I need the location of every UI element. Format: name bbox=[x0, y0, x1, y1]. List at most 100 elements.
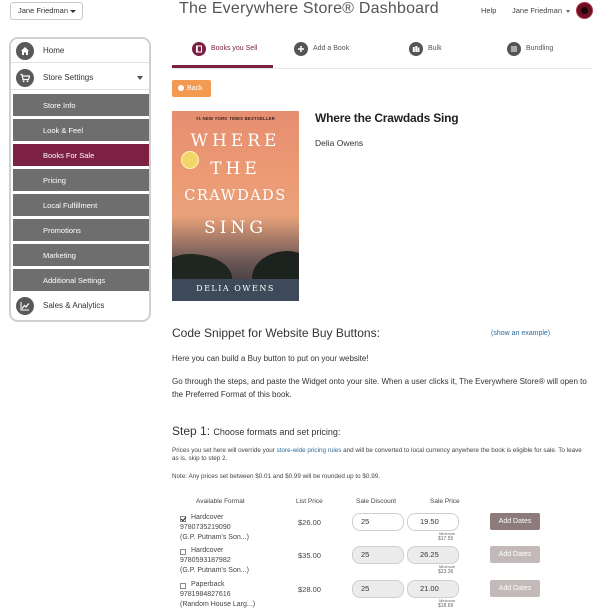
instructions-text: Go through the steps, and paste the Widg… bbox=[172, 377, 587, 399]
sidebar-subitem-label: Books For Sale bbox=[43, 151, 95, 160]
book-title: Where the Crawdads Sing bbox=[315, 111, 459, 125]
tab-label: Bulk bbox=[428, 45, 442, 52]
cover-title-line: WHERE bbox=[190, 131, 281, 151]
sidebar-subitem-label: Store Info bbox=[43, 101, 76, 110]
cover-title-line: CRAWDADS bbox=[184, 188, 287, 204]
format-isbn: 9780593187982 bbox=[180, 557, 231, 564]
sidebar-subitem-label: Promotions bbox=[43, 226, 81, 235]
plus-icon bbox=[294, 42, 308, 56]
back-button[interactable]: Back bbox=[172, 80, 211, 97]
list-price: $28.00 bbox=[298, 585, 321, 594]
sale-discount-input[interactable]: 25 bbox=[352, 546, 404, 564]
format-name: Paperback bbox=[191, 581, 225, 588]
pricing-note-text: Prices you set here will override your bbox=[172, 447, 277, 454]
step-number: Step 1: bbox=[172, 424, 211, 438]
sale-discount-input[interactable]: 25 bbox=[352, 580, 404, 598]
cover-author: DELIA OWENS bbox=[196, 284, 275, 293]
column-header-sale-discount: Sale Discount bbox=[356, 498, 397, 505]
tab-label: Bundling bbox=[526, 45, 554, 52]
sidebar-subitem-label: Local Fulfillment bbox=[43, 201, 98, 210]
cover-badge: #1 NEW YORK TIMES BESTSELLER bbox=[195, 116, 276, 121]
sidebar-item-label: Home bbox=[43, 46, 65, 55]
format-name: Hardcover bbox=[191, 514, 224, 521]
list-price: $35.00 bbox=[298, 551, 321, 560]
sidebar-item-pricing[interactable]: Pricing bbox=[13, 169, 149, 192]
sale-discount-input[interactable]: 25 bbox=[352, 513, 404, 531]
sidebar-item-local-fulfillment[interactable]: Local Fulfillment bbox=[13, 194, 149, 217]
sidebar-item-look-feel[interactable]: Look & Feel bbox=[13, 119, 149, 142]
step-subtitle: Choose formats and set pricing: bbox=[213, 427, 341, 437]
sidebar-item-marketing[interactable]: Marketing bbox=[13, 244, 149, 267]
sidebar-subitem-label: Marketing bbox=[43, 251, 76, 260]
home-icon bbox=[16, 42, 34, 60]
books-icon bbox=[409, 42, 423, 56]
chart-icon bbox=[16, 297, 34, 315]
sidebar-item-store-settings[interactable]: Store Settings bbox=[11, 66, 149, 90]
tab-label: Add a Book bbox=[313, 45, 350, 52]
minimum-price: $23.36 bbox=[438, 569, 454, 575]
book-cover-image: #1 NEW YORK TIMES BESTSELLER WHERE THE C… bbox=[172, 111, 299, 301]
step-title: Step 1: Choose formats and set pricing: bbox=[172, 424, 340, 438]
sidebar-subitem-label: Additional Settings bbox=[43, 276, 106, 285]
sidebar-item-store-info[interactable]: Store Info bbox=[13, 94, 149, 117]
table-row: Hardcover 9780593187982 (G.P. Putnam's S… bbox=[178, 546, 578, 581]
sidebar-item-label: Sales & Analytics bbox=[43, 301, 105, 310]
format-publisher: (G.P. Putnam's Son...) bbox=[180, 534, 249, 541]
sidebar-item-label: Store Settings bbox=[43, 73, 94, 82]
list-price: $26.00 bbox=[298, 518, 321, 527]
add-dates-button[interactable]: Add Dates bbox=[490, 513, 540, 530]
minimum-price: $18.69 bbox=[438, 603, 454, 609]
sidebar: Home Store Settings Store Info Look & Fe… bbox=[9, 37, 151, 322]
store-wide-pricing-link[interactable]: store-wide pricing rules bbox=[277, 447, 342, 454]
sale-price-input[interactable]: 21.00 bbox=[407, 580, 459, 598]
store-user-select-value: Jane Friedman bbox=[18, 6, 69, 15]
sidebar-subitem-label: Look & Feel bbox=[43, 126, 84, 135]
format-isbn: 9780735219090 bbox=[180, 524, 231, 531]
list-icon bbox=[507, 42, 521, 56]
minimum-price: $17.55 bbox=[438, 536, 454, 542]
account-menu[interactable]: Jane Friedman bbox=[512, 6, 571, 15]
chevron-down-icon bbox=[566, 9, 571, 13]
format-isbn: 9781984827616 bbox=[180, 591, 231, 598]
sale-price-input[interactable]: 19.50 bbox=[407, 513, 459, 531]
account-name: Jane Friedman bbox=[512, 6, 563, 15]
format-publisher: (Random House Larg...) bbox=[180, 601, 256, 608]
column-header-format: Available Format bbox=[196, 498, 245, 505]
sidebar-item-books-for-sale[interactable]: Books For Sale bbox=[13, 144, 149, 167]
cart-icon bbox=[16, 69, 34, 87]
pricing-note: Prices you set here will override your s… bbox=[172, 447, 587, 463]
sidebar-item-promotions[interactable]: Promotions bbox=[13, 219, 149, 242]
sidebar-item-additional-settings[interactable]: Additional Settings bbox=[13, 269, 149, 292]
store-user-select[interactable]: Jane Friedman bbox=[10, 2, 83, 20]
avatar[interactable] bbox=[576, 2, 593, 19]
help-link[interactable]: Help bbox=[481, 6, 496, 15]
show-example-link[interactable]: (show an example) bbox=[491, 330, 550, 337]
format-checkbox[interactable] bbox=[180, 549, 186, 555]
back-button-label: Back bbox=[187, 85, 203, 92]
sidebar-item-sales-analytics[interactable]: Sales & Analytics bbox=[11, 294, 149, 318]
section-title: Code Snippet for Website Buy Buttons: bbox=[172, 326, 380, 340]
rounding-note: Note: Any prices set between $0.01 and $… bbox=[172, 473, 380, 480]
cover-title-line: THE bbox=[210, 159, 261, 179]
back-arrow-icon bbox=[178, 84, 184, 91]
intro-text: Here you can build a Buy button to put o… bbox=[172, 354, 369, 363]
format-checkbox[interactable] bbox=[180, 583, 186, 589]
add-dates-button[interactable]: Add Dates bbox=[490, 546, 540, 563]
table-row: Hardcover 9780735219090 (G.P. Putnam's S… bbox=[178, 513, 578, 548]
divider bbox=[172, 68, 592, 69]
chevron-down-icon bbox=[70, 10, 76, 13]
format-publisher: (G.P. Putnam's Son...) bbox=[180, 567, 249, 574]
table-row: Paperback 9781984827616 (Random House La… bbox=[178, 580, 578, 613]
sale-price-input[interactable]: 26.25 bbox=[407, 546, 459, 564]
add-dates-button[interactable]: Add Dates bbox=[490, 580, 540, 597]
top-bar: Jane Friedman The Everywhere Store® Dash… bbox=[0, 0, 600, 24]
sidebar-item-home[interactable]: Home bbox=[11, 39, 149, 63]
chevron-down-icon bbox=[137, 76, 143, 80]
sidebar-subitem-label: Pricing bbox=[43, 176, 66, 185]
book-author: Delia Owens bbox=[315, 138, 364, 148]
tab-label: Books you Sell bbox=[211, 45, 258, 52]
cover-title-line: SING bbox=[204, 218, 267, 238]
column-header-sale-price: Sale Price bbox=[430, 498, 460, 505]
format-checkbox[interactable] bbox=[180, 516, 186, 522]
column-header-list-price: List Price bbox=[296, 498, 323, 505]
